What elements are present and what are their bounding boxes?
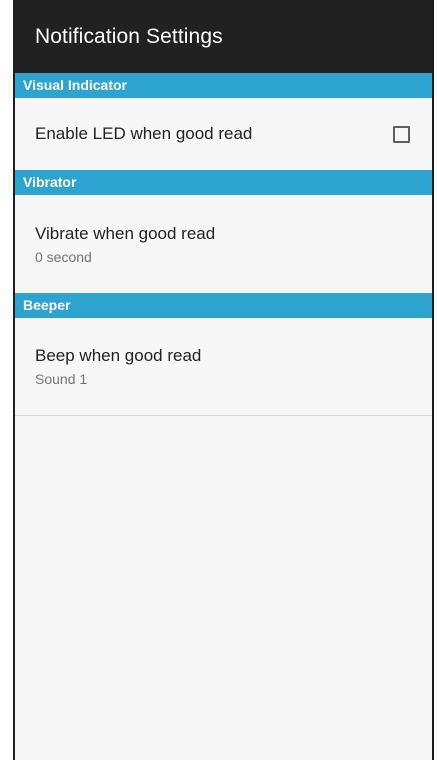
section-header-beeper: Beeper [15, 293, 432, 318]
section-header-visual-indicator: Visual Indicator [15, 73, 432, 98]
pref-title: Enable LED when good read [35, 124, 253, 143]
enable-led-checkbox[interactable] [393, 126, 410, 143]
device-screen: Notification Settings Visual Indicator E… [13, 0, 434, 760]
pref-vibrate[interactable]: Vibrate when good read 0 second [15, 195, 432, 293]
pref-title: Vibrate when good read [35, 223, 216, 243]
pref-title: Beep when good read [35, 346, 202, 365]
section-header-vibrator: Vibrator [15, 170, 432, 195]
pref-text: Enable LED when good read [35, 124, 252, 144]
pref-summary: Sound 1 [35, 371, 88, 387]
page-title: Notification Settings [35, 24, 223, 48]
app-toolbar: Notification Settings [15, 0, 432, 73]
pref-text: Vibrate when good read 0 second [35, 224, 215, 265]
pref-text: Beep when good read Sound 1 [35, 346, 201, 387]
pref-beep[interactable]: Beep when good read Sound 1 [15, 318, 432, 416]
pref-summary: 0 second [35, 248, 92, 265]
pref-enable-led[interactable]: Enable LED when good read [15, 98, 432, 170]
